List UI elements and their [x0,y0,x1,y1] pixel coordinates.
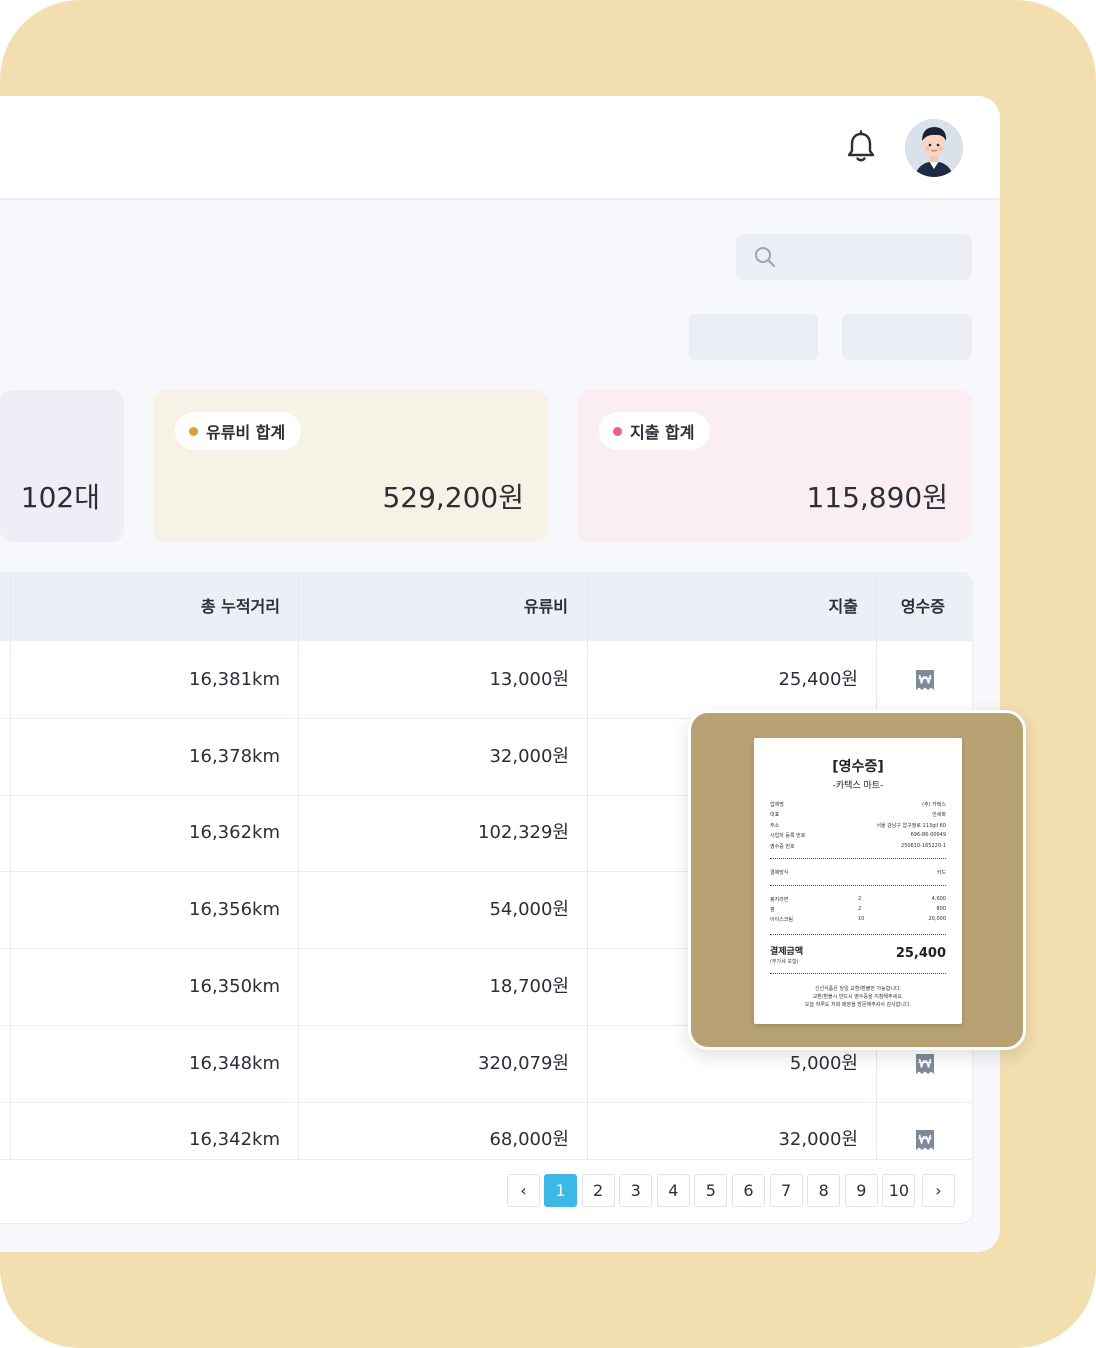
receipt-info-value: 안세화 [932,812,946,819]
fuel-dot-icon [189,426,198,436]
table-row[interactable]: 16,381km 13,000원 25,400원 [0,642,972,719]
expense-total-badge: 지출 합계 [599,412,711,450]
header-expense[interactable]: 지출 [588,573,858,641]
row-fuel: 102,329원 [478,822,569,844]
receipt-preview[interactable]: [영수증] -카택스 마트- 업체명 (주) 카택스대표 안세화주소 서울 강남구 압… [688,710,1026,1050]
receipt-item-price: 20,000 [928,916,947,922]
fuel-total-card: 유류비 합계 529,200원 [153,390,548,542]
receipt-store: -카택스 마트- [832,781,884,791]
row-fuel: 13,000원 [489,669,569,690]
page-button[interactable]: 2 [581,1174,615,1207]
vehicle-count-card: 102대 [0,390,124,542]
next-page-button[interactable]: › [922,1174,955,1207]
header-receipt[interactable]: 영수증 [877,573,945,641]
receipt-footer-line: 신선식품은 당일 교환/환불만 가능합니다. [814,986,902,992]
row-distance: 16,350km [189,975,280,997]
page-button[interactable]: 4 [656,1174,690,1207]
top-bar [0,96,1000,200]
avatar[interactable] [905,119,963,177]
bell-icon[interactable] [845,130,877,164]
filter-button[interactable] [689,314,818,360]
page-button[interactable]: 7 [769,1174,803,1207]
table-header: 총 누적거리 유류비 지출 영수증 [0,573,972,641]
row-distance: 16,348km [189,1052,280,1074]
fuel-total-label: 유류비 합계 [206,423,286,442]
page-button[interactable]: 3 [619,1174,653,1207]
receipt-total-label: 결제금액 [770,947,804,957]
receipt-divider [770,858,946,859]
page-button[interactable]: 8 [807,1174,841,1207]
page-button[interactable]: 10 [882,1174,916,1207]
receipt-payment-value: 카드 [936,870,946,876]
receipt-total-value: 25,400 [895,946,946,961]
fuel-total-value: 529,200원 [382,481,524,514]
receipt-info-value: (주) 카택스 [922,802,946,808]
receipt-item-price: 800 [936,906,946,912]
search-input[interactable] [736,234,972,280]
export-button[interactable] [842,314,972,360]
page-button[interactable]: 5 [694,1174,728,1207]
receipt-item-name: 껌 [770,907,775,913]
fuel-total-badge: 유류비 합계 [175,412,302,450]
page-button[interactable]: 9 [844,1174,878,1207]
receipt-divider [770,885,946,886]
expense-total-card: 지출 합계 115,890원 [577,390,972,542]
row-fuel: 54,000원 [489,899,569,921]
receipt-footer-line: 교환/환불시 반드시 영수증을 지참해주세요. [812,994,904,1000]
row-expense: 25,400원 [778,669,858,690]
app-window: 102대 유류비 합계 529,200원 지출 합계 115,890원 총 누적… [0,96,1000,1252]
receipt-info-label: 영수증 번호 [770,843,795,850]
receipt-divider [770,934,946,935]
expense-dot-icon [613,426,622,436]
header-distance[interactable]: 총 누적거리 [0,573,280,641]
pagination: ‹ 1 2 3 4 5 6 7 8 9 10 › [0,1159,972,1223]
page-button[interactable]: 6 [732,1174,765,1207]
receipt-info-label: 업체명 [770,802,784,808]
won-receipt-icon[interactable] [914,1052,936,1076]
receipt-item-qty: 2 [858,906,862,912]
prev-page-button[interactable]: ‹ [507,1174,540,1207]
receipt-payment-label: 결제방식 [770,870,789,876]
receipt-divider [770,973,946,974]
user-avatar-icon [905,119,963,177]
vehicle-count-value: 102대 [20,481,100,514]
row-distance: 16,362km [189,822,280,844]
row-fuel: 18,700원 [489,975,569,997]
receipt-info-value: 696-86-00649 [910,832,946,839]
receipt-info-label: 사업자 등록 번호 [770,833,806,840]
row-distance: 16,356km [189,899,280,921]
receipt-info-value: 서울 강남구 압구정로 113gil 60 [876,822,946,829]
expense-total-label: 지출 합계 [630,423,695,442]
expense-total-value: 115,890원 [806,481,948,514]
won-receipt-icon[interactable] [914,668,936,692]
receipt-item-qty: 2 [858,896,862,902]
receipt-info-label: 대표 [770,812,780,819]
search-icon [755,247,775,267]
row-distance: 16,381km [189,669,280,690]
receipt-total-sub: (부가세 포함) [770,959,799,965]
header-fuel[interactable]: 유류비 [300,573,568,641]
receipt-paper: [영수증] -카택스 마트- 업체명 (주) 카택스대표 안세화주소 서울 강남구 압… [754,738,962,1024]
row-fuel: 32,000원 [489,745,569,767]
receipt-item-name: 아이스크림 [770,917,794,923]
receipt-title: [영수증] [832,759,884,775]
page-button[interactable]: 1 [544,1174,577,1207]
receipt-item-name: 봉지라면 [770,897,789,903]
receipt-item-price: 4,600 [931,896,946,902]
won-receipt-icon[interactable] [914,1128,936,1152]
receipt-info-value: 250610-165220-1 [901,842,946,849]
row-distance: 16,378km [189,745,280,767]
row-fuel: 320,079원 [478,1052,569,1074]
receipt-item-qty: 10 [858,916,865,922]
receipt-footer-line: 오늘 하루도 저희 매장을 방문해주셔서 감사합니다. [804,1002,912,1008]
receipt-info-label: 주소 [770,822,780,829]
